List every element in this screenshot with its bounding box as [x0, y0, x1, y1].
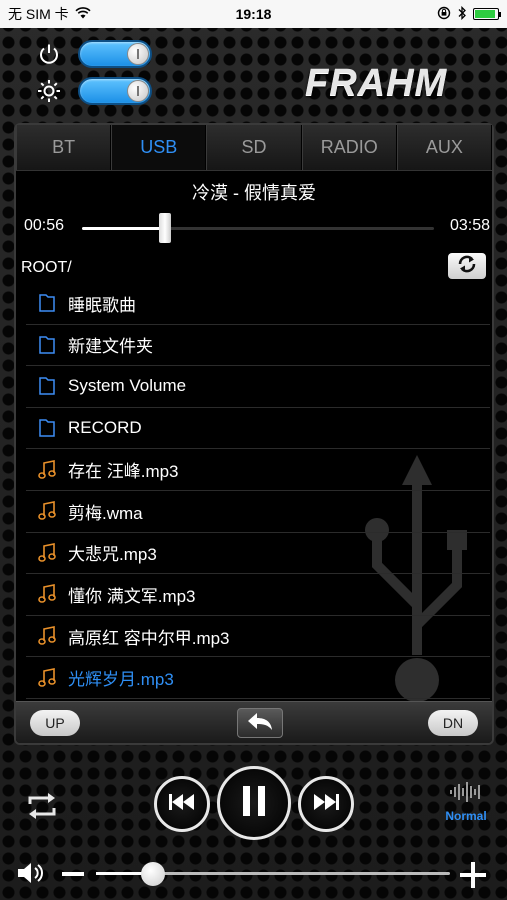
volume-up-button[interactable] [460, 862, 486, 893]
refresh-icon [456, 255, 478, 278]
pause-button[interactable] [217, 766, 291, 840]
list-nav-bar: UP DN [16, 701, 492, 743]
progress-thumb[interactable] [158, 213, 171, 243]
music-note-icon [38, 667, 56, 688]
speaker-icon [16, 860, 44, 891]
tab-usb[interactable]: USB [111, 125, 207, 170]
item-name: RECORD [68, 418, 142, 438]
music-note-icon [38, 459, 56, 480]
carrier-label: 无 SIM 卡 [8, 6, 69, 22]
file-list: 睡眠歌曲新建文件夹 System Volume RECORD 存在 汪峰.mp3 剪梅.… [26, 283, 490, 699]
now-playing-title: 冷漠 - 假情真爱 [192, 183, 316, 203]
page-down-button[interactable]: DN [428, 710, 478, 736]
tab-radio[interactable]: RADIO [301, 125, 397, 170]
folder-row[interactable]: RECORD [26, 408, 490, 450]
status-bar: 无 SIM 卡 19:18 [0, 0, 507, 28]
folder-icon [38, 293, 56, 313]
folder-icon [38, 418, 56, 438]
transport-controls: Normal [0, 760, 507, 850]
folder-icon [38, 376, 56, 396]
light-toggle[interactable] [78, 77, 152, 105]
repeat-icon [24, 793, 60, 828]
elapsed-time: 00:56 [24, 217, 65, 234]
page-up-button[interactable]: UP [30, 710, 80, 736]
item-name: 剪梅.wma [68, 503, 143, 523]
track-row[interactable]: 剪梅.wma [26, 491, 490, 533]
repeat-button[interactable] [24, 788, 60, 824]
next-button[interactable] [298, 776, 354, 832]
back-arrow-icon [246, 711, 274, 736]
tab-sd[interactable]: SD [206, 125, 302, 170]
track-row[interactable]: 懂你 满文军.mp3 [26, 574, 490, 616]
progress-slider[interactable] [82, 227, 434, 230]
next-icon [313, 793, 339, 815]
item-name: 光辉岁月.mp3 [68, 670, 174, 690]
volume-control [0, 852, 507, 896]
brightness-icon [36, 78, 62, 104]
item-name: 懂你 满文军.mp3 [68, 586, 196, 606]
eq-mode-button[interactable]: Normal [440, 782, 492, 826]
current-path: ROOT/ [21, 259, 72, 276]
battery-icon [473, 8, 501, 20]
folder-row[interactable]: 睡眠歌曲 [26, 283, 490, 325]
folder-row[interactable]: System Volume [26, 366, 490, 408]
source-tabs: BT USB SD RADIO AUX [16, 125, 493, 171]
total-time: 03:58 [449, 217, 490, 234]
progress-fill [82, 227, 165, 230]
music-note-icon [38, 626, 56, 646]
path-row: ROOT/ [16, 249, 492, 287]
item-name: 存在 汪峰.mp3 [68, 462, 179, 482]
previous-button[interactable] [154, 776, 210, 832]
item-name: 大悲咒.mp3 [68, 545, 157, 565]
light-control [36, 77, 152, 105]
item-name: 高原红 容中尔甲.mp3 [68, 628, 230, 648]
bluetooth-icon [457, 5, 467, 23]
power-toggle[interactable] [78, 40, 152, 68]
music-note-icon [38, 501, 56, 521]
media-panel: BT USB SD RADIO AUX 冷漠 - 假情真爱 00:56 03:5… [14, 123, 494, 745]
item-name: 睡眠歌曲 [68, 295, 136, 315]
waveform-icon [449, 782, 483, 807]
brand-logo: FRAHM [305, 62, 448, 104]
track-row[interactable]: 高原红 容中尔甲.mp3 [26, 616, 490, 658]
item-name: System Volume [68, 376, 187, 396]
folder-icon [38, 335, 56, 355]
music-note-icon [38, 542, 56, 563]
refresh-button[interactable] [448, 253, 486, 279]
track-row[interactable]: 存在 汪峰.mp3 [26, 449, 490, 491]
track-row[interactable]: 光辉岁月.mp3 [26, 657, 490, 699]
power-icon [36, 41, 62, 67]
folder-row[interactable]: 新建文件夹 [26, 325, 490, 367]
track-row[interactable]: 大悲咒.mp3 [26, 533, 490, 575]
eq-mode-label: Normal [445, 809, 487, 823]
tab-bt[interactable]: BT [16, 125, 112, 170]
pause-icon [243, 785, 265, 821]
item-name: 新建文件夹 [68, 337, 153, 357]
previous-icon [169, 793, 195, 815]
volume-thumb[interactable] [140, 862, 165, 886]
progress-row: 00:56 03:58 [16, 203, 492, 249]
volume-down-button[interactable] [62, 864, 84, 889]
back-button[interactable] [237, 708, 283, 738]
music-note-icon [38, 584, 56, 604]
rotation-lock-icon [437, 6, 451, 23]
tab-aux[interactable]: AUX [396, 125, 493, 170]
power-control [36, 40, 152, 68]
wifi-icon [75, 6, 91, 22]
